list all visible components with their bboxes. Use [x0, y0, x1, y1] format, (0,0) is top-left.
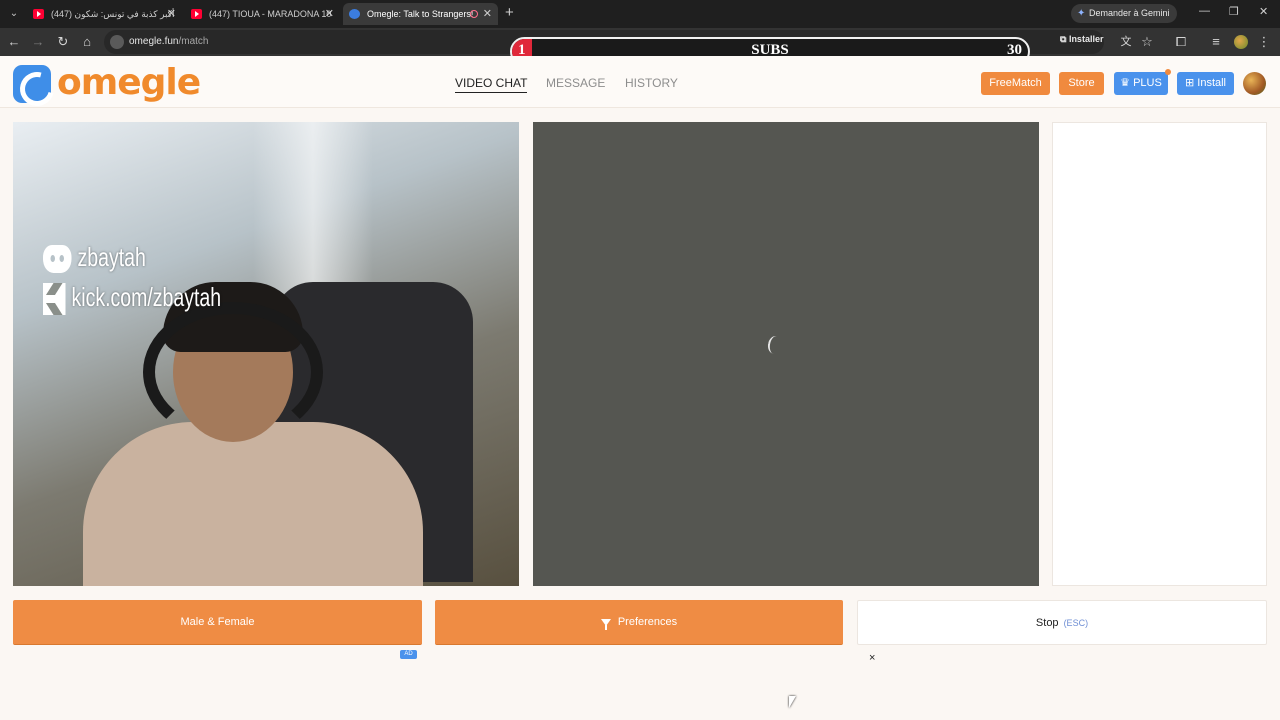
gender-filter-button[interactable]: Male & Female: [13, 600, 422, 645]
plus-button[interactable]: ♛ PLUS: [1114, 72, 1168, 95]
close-tab-icon[interactable]: ✕: [325, 3, 334, 25]
ad-badge: AD: [400, 650, 417, 659]
stop-button[interactable]: Stop (ESC): [857, 600, 1267, 645]
browser-tab[interactable]: (447) TIOUA - MARADONA 10 ✕: [185, 3, 340, 25]
stop-label: Stop: [1035, 617, 1059, 629]
filter-icon: [600, 618, 611, 630]
recording-icon: [470, 10, 478, 18]
restore-icon[interactable]: ❐: [1229, 5, 1239, 18]
profile-avatar[interactable]: [1234, 35, 1248, 49]
mouse-cursor-icon: [789, 696, 796, 708]
youtube-icon: [191, 9, 202, 19]
install-app-button[interactable]: ⧉ Installer: [1060, 34, 1103, 45]
nav-video-chat[interactable]: VIDEO CHAT: [455, 76, 528, 93]
gemini-button[interactable]: ✦ Demander à Gemini: [1071, 4, 1177, 23]
browser-tab-active[interactable]: Omegle: Talk to Strangers! ✕: [343, 3, 498, 25]
extensions-puzzle-icon[interactable]: ⧠: [1173, 34, 1189, 50]
crown-icon: ♛: [1120, 77, 1134, 89]
install-button-label: Install: [1197, 77, 1227, 89]
discord-icon: [43, 245, 72, 274]
close-ad-icon[interactable]: ×: [869, 652, 875, 664]
close-window-icon[interactable]: ✕: [1259, 5, 1268, 18]
nav-message[interactable]: MESSAGE: [546, 76, 605, 90]
logo-text: omegle: [57, 62, 201, 103]
forward-arrow-icon[interactable]: →: [30, 34, 46, 50]
home-icon[interactable]: ⌂: [79, 34, 95, 50]
tab-title: (447) أكبر كذبة في تونس: شكون: [51, 9, 175, 19]
close-tab-icon[interactable]: ✕: [483, 3, 492, 25]
tab-title: Omegle: Talk to Strangers!: [367, 9, 474, 19]
stranger-video: [533, 122, 1039, 586]
translate-icon[interactable]: 文: [1118, 34, 1134, 50]
plus-label: PLUS: [1133, 77, 1162, 89]
bookmark-star-icon[interactable]: ☆: [1139, 34, 1155, 50]
site-info-icon[interactable]: [110, 35, 124, 49]
install-button[interactable]: ⊞ Install: [1177, 72, 1234, 95]
url-host: omegle.fun: [129, 36, 179, 47]
preferences-button[interactable]: Preferences: [435, 600, 843, 645]
more-menu-icon[interactable]: ⋮: [1256, 34, 1272, 50]
url-path: /match: [178, 36, 209, 47]
headphones: [143, 302, 323, 442]
download-icon: ⊞: [1184, 77, 1198, 89]
site-header: omegle VIDEO CHAT MESSAGE HISTORY FreeMa…: [0, 56, 1280, 108]
nav-history[interactable]: HISTORY: [625, 76, 678, 90]
browser-tab[interactable]: (447) أكبر كذبة في تونس: شكون ✕: [27, 3, 182, 25]
freematch-button[interactable]: FreeMatch: [981, 72, 1050, 95]
gemini-label: Demander à Gemini: [1089, 8, 1170, 18]
url-text: omegle.fun/match: [129, 30, 209, 54]
preferences-label: Preferences: [617, 616, 678, 628]
chat-panel: [1052, 122, 1267, 586]
reload-icon[interactable]: ↻: [55, 34, 71, 50]
youtube-icon: [33, 9, 44, 19]
self-video: zbaytah kick.com/zbaytah: [13, 122, 519, 586]
back-arrow-icon[interactable]: ←: [6, 34, 22, 50]
kick-icon: [43, 283, 66, 316]
new-tab-plus-icon[interactable]: +: [505, 4, 514, 21]
store-button[interactable]: Store: [1059, 72, 1104, 95]
discord-handle-overlay: zbaytah: [43, 242, 146, 274]
kick-handle: kick.com/zbaytah: [71, 282, 222, 312]
gemini-spark-icon: ✦: [1077, 8, 1086, 19]
omegle-logo-icon: [13, 65, 51, 103]
minimize-icon[interactable]: —: [1199, 5, 1210, 17]
person-body: [83, 422, 423, 586]
omegle-favicon-icon: [349, 9, 360, 19]
close-tab-icon[interactable]: ✕: [167, 3, 176, 25]
discord-handle: zbaytah: [77, 242, 146, 272]
install-monitor-icon: ⧉: [1060, 34, 1069, 44]
tab-search-chevron-icon[interactable]: ⌄: [6, 6, 22, 22]
tab-title: (447) TIOUA - MARADONA 10: [209, 9, 332, 19]
kick-handle-overlay: kick.com/zbaytah: [43, 282, 222, 316]
user-avatar[interactable]: [1243, 72, 1266, 95]
browser-tab-strip: ⌄ (447) أكبر كذبة في تونس: شكون ✕ (447) …: [0, 0, 1280, 28]
install-label: Installer: [1068, 34, 1104, 44]
media-controls-icon[interactable]: ≡: [1208, 34, 1224, 50]
notification-dot: [1165, 69, 1171, 75]
esc-hint: (ESC): [1063, 618, 1089, 628]
